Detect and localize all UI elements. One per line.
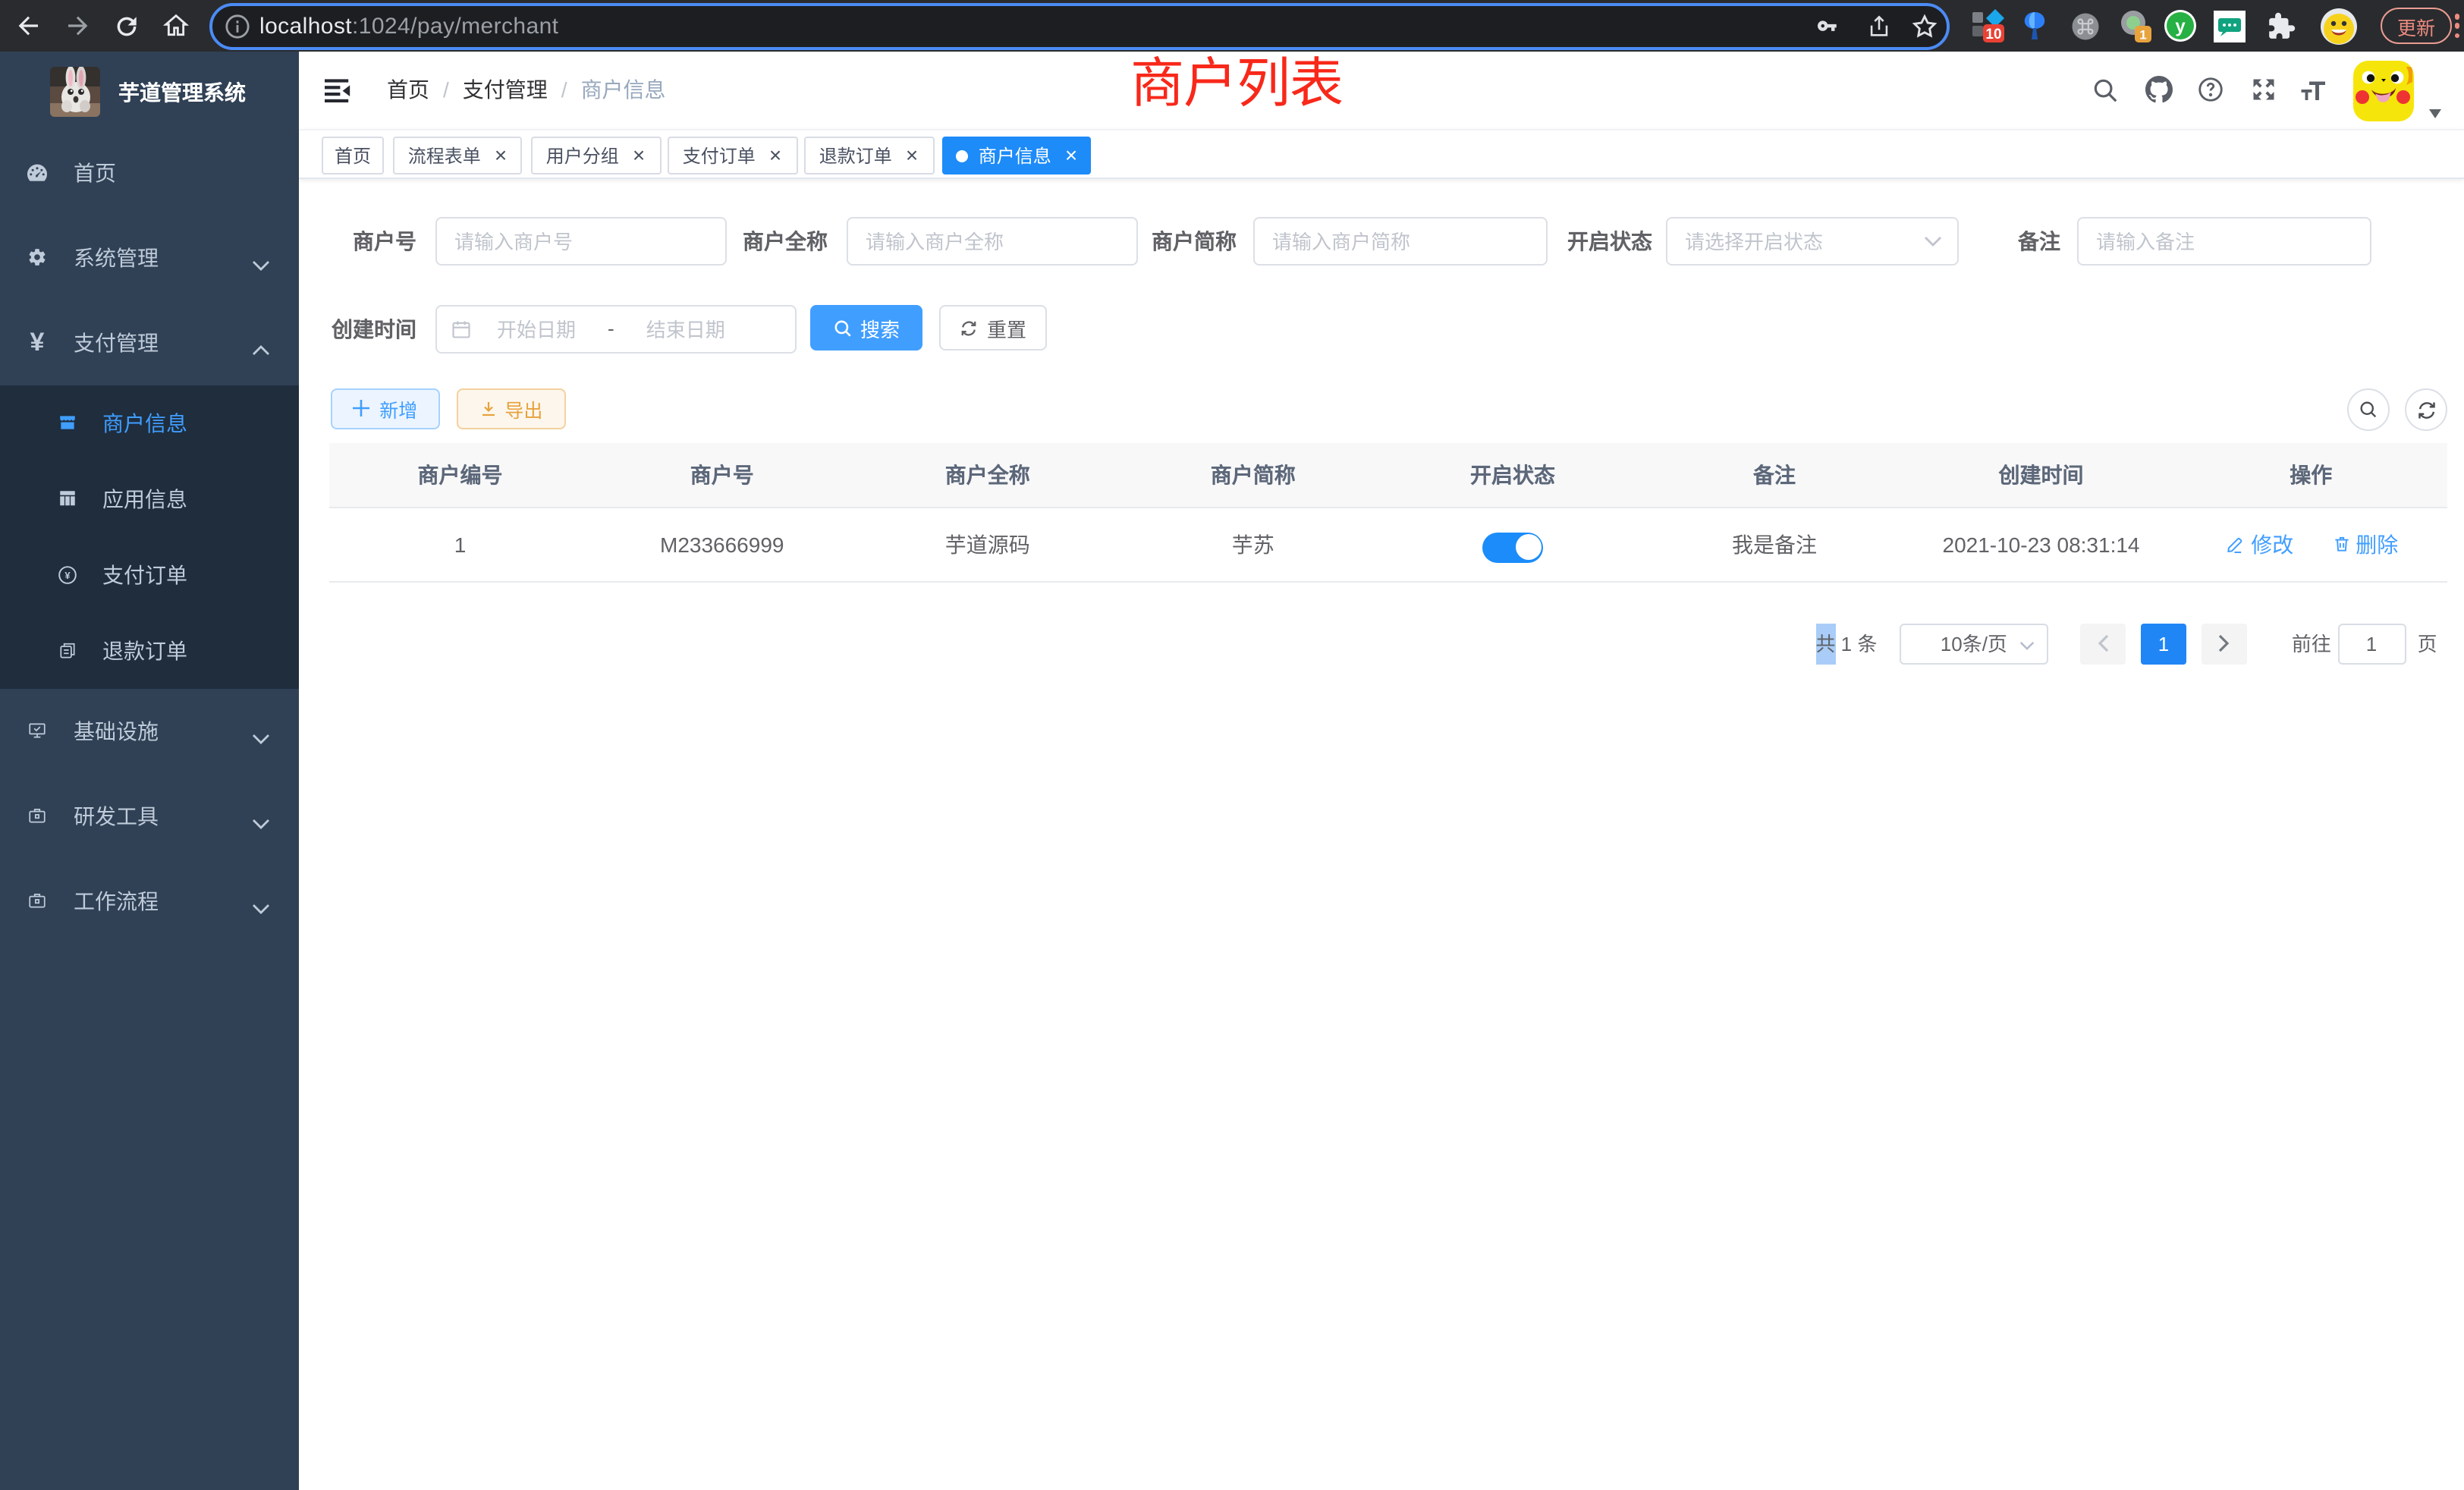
svg-text:y: y	[2174, 16, 2185, 36]
svg-text:¥: ¥	[64, 569, 71, 580]
svg-text:10: 10	[1985, 27, 2001, 42]
svg-text:1: 1	[2139, 27, 2146, 42]
